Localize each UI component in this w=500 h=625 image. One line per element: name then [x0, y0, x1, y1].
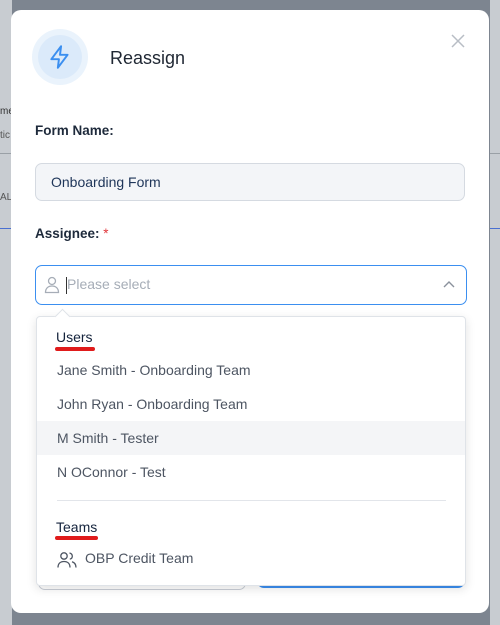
form-name-label: Form Name:: [35, 123, 114, 138]
user-icon: [44, 276, 60, 294]
chevron-up-icon[interactable]: [442, 278, 456, 292]
assignee-dropdown: Users Jane Smith - Onboarding Team John …: [36, 308, 466, 586]
assignee-label-text: Assignee:: [35, 226, 100, 241]
assignee-select[interactable]: Please select: [35, 265, 467, 305]
lightning-icon: [50, 45, 69, 69]
assignee-label: Assignee: *: [35, 226, 109, 241]
annotation-underline: [55, 536, 98, 540]
modal-title: Reassign: [110, 48, 186, 68]
modal-icon-badge: [32, 29, 88, 85]
annotation-underline: [55, 347, 95, 351]
option-team[interactable]: OBP Credit Team: [37, 544, 465, 576]
background-right-panel: [490, 0, 500, 625]
form-name-field: Onboarding Form: [35, 163, 465, 201]
option-user[interactable]: John Ryan - Onboarding Team: [37, 387, 465, 421]
group-label-teams: Teams: [56, 519, 98, 535]
option-user-hovered[interactable]: M Smith - Tester: [37, 421, 465, 455]
group-divider: [57, 500, 446, 501]
option-user[interactable]: N OConnor - Test: [37, 455, 465, 489]
team-icon: [57, 552, 77, 568]
close-icon[interactable]: [449, 32, 467, 50]
group-label-users: Users: [56, 329, 93, 345]
required-mark: *: [103, 226, 109, 241]
background-divider: [490, 228, 500, 229]
assignee-placeholder: Please select: [67, 276, 151, 292]
background-divider: [490, 153, 500, 154]
option-team-label: OBP Credit Team: [85, 550, 194, 566]
option-user[interactable]: Jane Smith - Onboarding Team: [37, 353, 465, 387]
